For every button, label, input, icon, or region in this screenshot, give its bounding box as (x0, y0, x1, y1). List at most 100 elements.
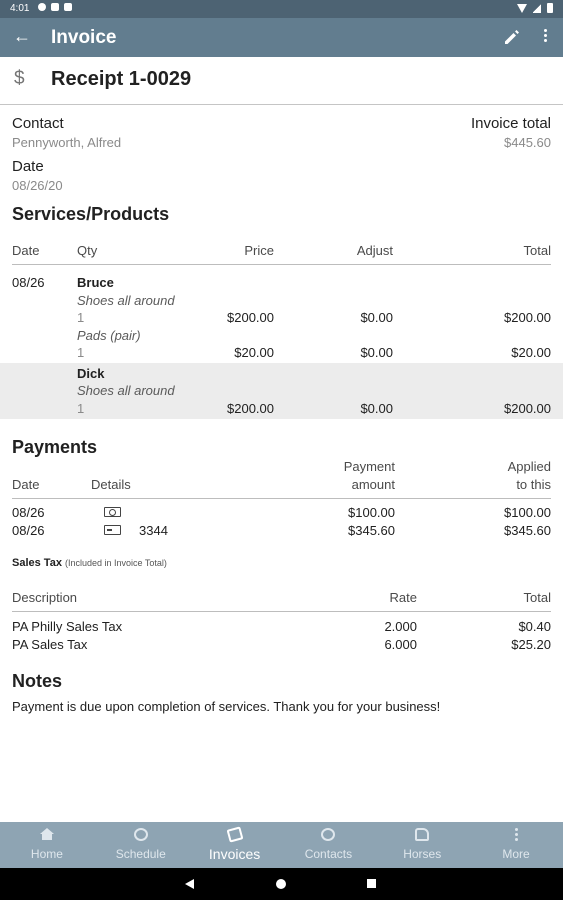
app-notification-icon (51, 3, 59, 11)
dollar-icon: $ (14, 68, 25, 89)
service-item-adjust: $0.00 (360, 401, 393, 416)
service-item-total: $20.00 (511, 345, 551, 360)
payments-heading: Payments (12, 437, 98, 457)
nav-label: Contacts (304, 847, 353, 861)
service-group-dick[interactable]: Dick Shoes all around 1 $200.00 $0.00 $2… (0, 363, 563, 419)
nav-label: Invoices (208, 846, 261, 862)
edit-pencil-icon[interactable] (502, 27, 522, 47)
home-icon (39, 828, 54, 841)
nav-horses[interactable]: Horses (375, 822, 469, 868)
contact-value[interactable]: Pennyworth, Alfred (12, 135, 121, 150)
system-navigation-bar (0, 868, 563, 900)
system-home-icon[interactable] (276, 879, 286, 889)
service-item-total: $200.00 (504, 310, 551, 325)
payments-col-amount-line1: Payment (343, 459, 395, 474)
payments-divider (12, 498, 551, 499)
invoices-icon (226, 826, 244, 843)
nav-more[interactable]: More (469, 822, 563, 868)
service-horse-name: Bruce (77, 275, 114, 290)
tax-total: $0.40 (518, 619, 551, 634)
service-item-adjust: $0.00 (360, 345, 393, 360)
battery-icon (547, 3, 553, 13)
status-bar: 4:01 (0, 0, 563, 18)
service-item-price: $200.00 (227, 310, 274, 325)
payments-col-applied-line1: Applied (507, 459, 551, 474)
back-arrow-icon[interactable]: ← (12, 26, 32, 46)
nav-invoices[interactable]: Invoices (188, 822, 282, 868)
payment-applied: $345.60 (504, 523, 551, 538)
overflow-menu-icon[interactable] (538, 27, 552, 47)
services-col-total: Total (523, 243, 551, 258)
cash-icon (104, 507, 121, 517)
payments-col-date: Date (12, 477, 40, 492)
services-col-date: Date (12, 243, 40, 258)
bottom-navigation: Home Schedule Invoices Contacts Horses M… (0, 822, 563, 868)
nav-schedule[interactable]: Schedule (94, 822, 188, 868)
wifi-icon (517, 3, 527, 13)
nav-label: Schedule (115, 847, 166, 861)
service-item-name: Shoes all around (77, 293, 175, 308)
service-item-qty: 1 (77, 310, 85, 325)
date-value: 08/26/20 (12, 178, 63, 193)
date-label: Date (12, 158, 44, 175)
settings-icon (38, 3, 46, 11)
payment-details: 3344 (139, 523, 168, 538)
tax-divider (12, 611, 551, 612)
payment-amount: $345.60 (348, 523, 395, 538)
nav-home[interactable]: Home (0, 822, 94, 868)
sd-card-icon (64, 3, 72, 11)
clock-icon (133, 828, 148, 841)
tax-col-total: Total (523, 590, 551, 605)
tax-total: $25.20 (511, 637, 551, 652)
status-right (517, 3, 553, 13)
notes-heading: Notes (12, 671, 63, 691)
more-icon (509, 828, 523, 841)
status-time: 4:01 (10, 3, 30, 14)
receipt-title: Receipt 1-0029 (51, 68, 192, 90)
sales-tax-heading: Sales Tax (Included in Invoice Total) (12, 557, 167, 569)
service-item-price: $20.00 (234, 345, 274, 360)
app-bar: ← Invoice (0, 18, 563, 57)
payment-date: 08/26 (12, 523, 45, 538)
tax-rate: 6.000 (384, 637, 417, 652)
tax-description: PA Sales Tax (12, 637, 88, 652)
service-item-qty: 1 (77, 401, 85, 416)
payments-col-applied-line2: to this (516, 477, 551, 492)
payments-col-amount-line2: amount (351, 477, 395, 492)
service-date: 08/26 (12, 275, 45, 290)
service-item-adjust: $0.00 (360, 310, 393, 325)
notes-text: Payment is due upon completion of servic… (12, 699, 441, 714)
card-icon (104, 525, 121, 535)
contact-label: Contact (12, 115, 64, 132)
nav-contacts[interactable]: Contacts (281, 822, 375, 868)
tax-col-rate: Rate (389, 590, 417, 605)
service-item-name: Shoes all around (77, 383, 175, 398)
service-item-name: Pads (pair) (77, 328, 141, 343)
services-heading: Services/Products (12, 204, 170, 224)
tax-col-description: Description (12, 590, 78, 605)
payment-date: 08/26 (12, 505, 45, 520)
nav-label: Horses (403, 847, 442, 861)
service-item-qty: 1 (77, 345, 85, 360)
invoice-total-value: $445.60 (504, 135, 551, 150)
service-item-price: $200.00 (227, 401, 274, 416)
system-back-icon[interactable] (185, 879, 194, 889)
services-col-qty: Qty (77, 243, 98, 258)
services-col-adjust: Adjust (356, 243, 393, 258)
payments-col-details: Details (91, 477, 131, 492)
contacts-icon (321, 828, 336, 841)
invoice-total-label: Invoice total (470, 115, 551, 132)
services-divider (12, 264, 551, 265)
nav-label: More (502, 847, 530, 861)
payment-amount: $100.00 (348, 505, 395, 520)
horse-icon (415, 828, 430, 841)
services-col-price: Price (244, 243, 274, 258)
sales-tax-title: Sales Tax (12, 557, 62, 569)
app-bar-title: Invoice (51, 27, 117, 48)
tax-rate: 2.000 (384, 619, 417, 634)
tax-description: PA Philly Sales Tax (12, 619, 123, 634)
nav-label: Home (30, 847, 63, 861)
system-recents-icon[interactable] (367, 879, 376, 888)
receipt-header: $ Receipt 1-0029 (0, 57, 563, 105)
sales-tax-note: (Included in Invoice Total) (65, 558, 167, 568)
